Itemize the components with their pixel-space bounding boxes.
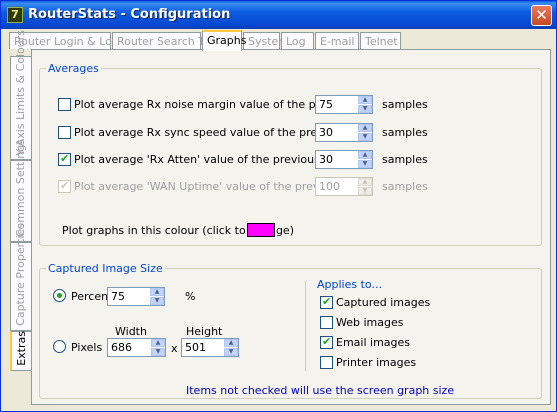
applies-to-title: Applies to... — [317, 278, 382, 291]
avg-wan-uptime-spinner[interactable]: 100 ▲ ▼ — [315, 177, 373, 196]
height-spinner[interactable]: 501 ▲ ▼ — [181, 338, 239, 357]
spin-up-icon[interactable]: ▲ — [358, 151, 372, 159]
avg-rx-atten-unit: samples — [382, 153, 428, 166]
tab-y-axis-limits-colours-label: Y-Axis Limits & Colours — [14, 29, 27, 155]
avg-sync-speed-spinner[interactable]: 30 ▲ ▼ — [315, 123, 373, 142]
tab-log[interactable]: Log — [281, 32, 314, 49]
applies-separator — [305, 281, 306, 371]
percent-value: 75 — [111, 290, 125, 303]
captured-image-size-title: Captured Image Size — [46, 262, 165, 275]
spin-up-icon[interactable]: ▲ — [150, 288, 164, 296]
width-label: Width — [115, 325, 147, 338]
avg-noise-margin-checkbox[interactable] — [58, 98, 71, 111]
close-icon: ✕ — [535, 6, 548, 24]
spin-up-icon[interactable]: ▲ — [151, 339, 165, 347]
avg-wan-uptime-unit: samples — [382, 180, 428, 193]
close-button[interactable]: ✕ — [531, 5, 552, 26]
avg-noise-margin-value: 75 — [319, 98, 333, 111]
avg-rx-atten-checkbox[interactable] — [58, 152, 71, 166]
spin-down-icon[interactable]: ▼ — [224, 348, 238, 356]
avg-noise-margin-spinner[interactable]: 75 ▲ ▼ — [315, 95, 373, 114]
spin-down-icon[interactable]: ▼ — [358, 105, 372, 113]
avg-noise-margin-unit: samples — [382, 98, 428, 111]
applies-email-label: Email images — [336, 336, 411, 349]
applies-web-label: Web images — [336, 316, 404, 329]
spin-down-icon[interactable]: ▼ — [358, 187, 372, 195]
avg-rx-atten-spinner[interactable]: 30 ▲ ▼ — [315, 150, 373, 169]
tab-router-search-text[interactable]: Router Search Text — [112, 32, 221, 49]
spin-up-icon[interactable]: ▲ — [224, 339, 238, 347]
pixels-radio[interactable] — [53, 340, 66, 353]
config-window: 7 RouterStats - Configuration ✕ Router L… — [0, 0, 557, 412]
avg-sync-speed-checkbox[interactable] — [58, 126, 71, 139]
tab-capture-properties-label: Capture Properties — [14, 223, 27, 326]
tab-capture-properties[interactable]: Capture Properties — [10, 223, 31, 331]
applies-email-checkbox[interactable] — [320, 335, 333, 349]
applies-printer-checkbox[interactable] — [320, 356, 333, 369]
percent-radio[interactable] — [53, 289, 66, 302]
avg-wan-uptime-checkbox[interactable] — [58, 179, 71, 193]
spin-down-icon[interactable]: ▼ — [150, 297, 164, 305]
spin-up-icon[interactable]: ▲ — [358, 178, 372, 186]
graphs-page: Averages Plot average Rx noise margin va… — [31, 49, 551, 405]
router-app-icon: 7 — [7, 7, 23, 23]
avg-wan-uptime-value: 100 — [319, 180, 340, 193]
avg-wan-uptime-label: Plot average 'WAN Uptime' value of the p… — [74, 180, 349, 193]
applies-printer-label: Printer images — [336, 356, 417, 369]
tab-telnet[interactable]: Telnet — [360, 32, 401, 49]
width-value: 686 — [111, 341, 132, 354]
spin-down-icon[interactable]: ▼ — [151, 348, 165, 356]
height-value: 501 — [185, 341, 206, 354]
height-label: Height — [186, 325, 223, 338]
avg-sync-speed-label: Plot average Rx sync speed value of the … — [74, 126, 354, 139]
pixels-label: Pixels — [71, 341, 103, 354]
avg-sync-speed-value: 30 — [319, 126, 333, 139]
averages-group: Averages Plot average Rx noise margin va… — [39, 62, 542, 246]
averages-title: Averages — [46, 62, 101, 75]
applies-captured-checkbox[interactable] — [320, 295, 333, 309]
times-label: x — [171, 342, 178, 355]
spin-up-icon[interactable]: ▲ — [358, 96, 372, 104]
applies-captured-label: Captured images — [336, 296, 431, 309]
spin-down-icon[interactable]: ▼ — [358, 160, 372, 168]
avg-rx-atten-value: 30 — [319, 153, 333, 166]
avg-sync-speed-unit: samples — [382, 126, 428, 139]
tab-graphs[interactable]: Graphs — [202, 30, 246, 51]
percent-unit: % — [185, 290, 196, 303]
applies-web-checkbox[interactable] — [320, 316, 333, 329]
spin-down-icon[interactable]: ▼ — [358, 133, 372, 141]
graph-colour-swatch[interactable] — [247, 223, 275, 237]
spin-up-icon[interactable]: ▲ — [358, 124, 372, 132]
percent-spinner[interactable]: 75 ▲ ▼ — [107, 287, 165, 306]
tab-extras-label: Extras — [15, 331, 28, 366]
tab-email[interactable]: E-mail — [315, 32, 359, 49]
tab-extras[interactable]: Extras — [10, 331, 31, 371]
avg-rx-atten-label: Plot average 'Rx Atten' value of the pre… — [74, 153, 327, 166]
tab-system[interactable]: System — [243, 32, 289, 49]
width-spinner[interactable]: 686 ▲ ▼ — [107, 338, 166, 357]
window-title: RouterStats - Configuration — [28, 7, 231, 22]
title-bar[interactable]: 7 RouterStats - Configuration ✕ — [1, 1, 556, 29]
captured-image-size-group: Captured Image Size Percent 75 ▲ ▼ % Widt… — [39, 262, 542, 399]
applies-note: Items not checked will use the screen gr… — [186, 384, 455, 397]
